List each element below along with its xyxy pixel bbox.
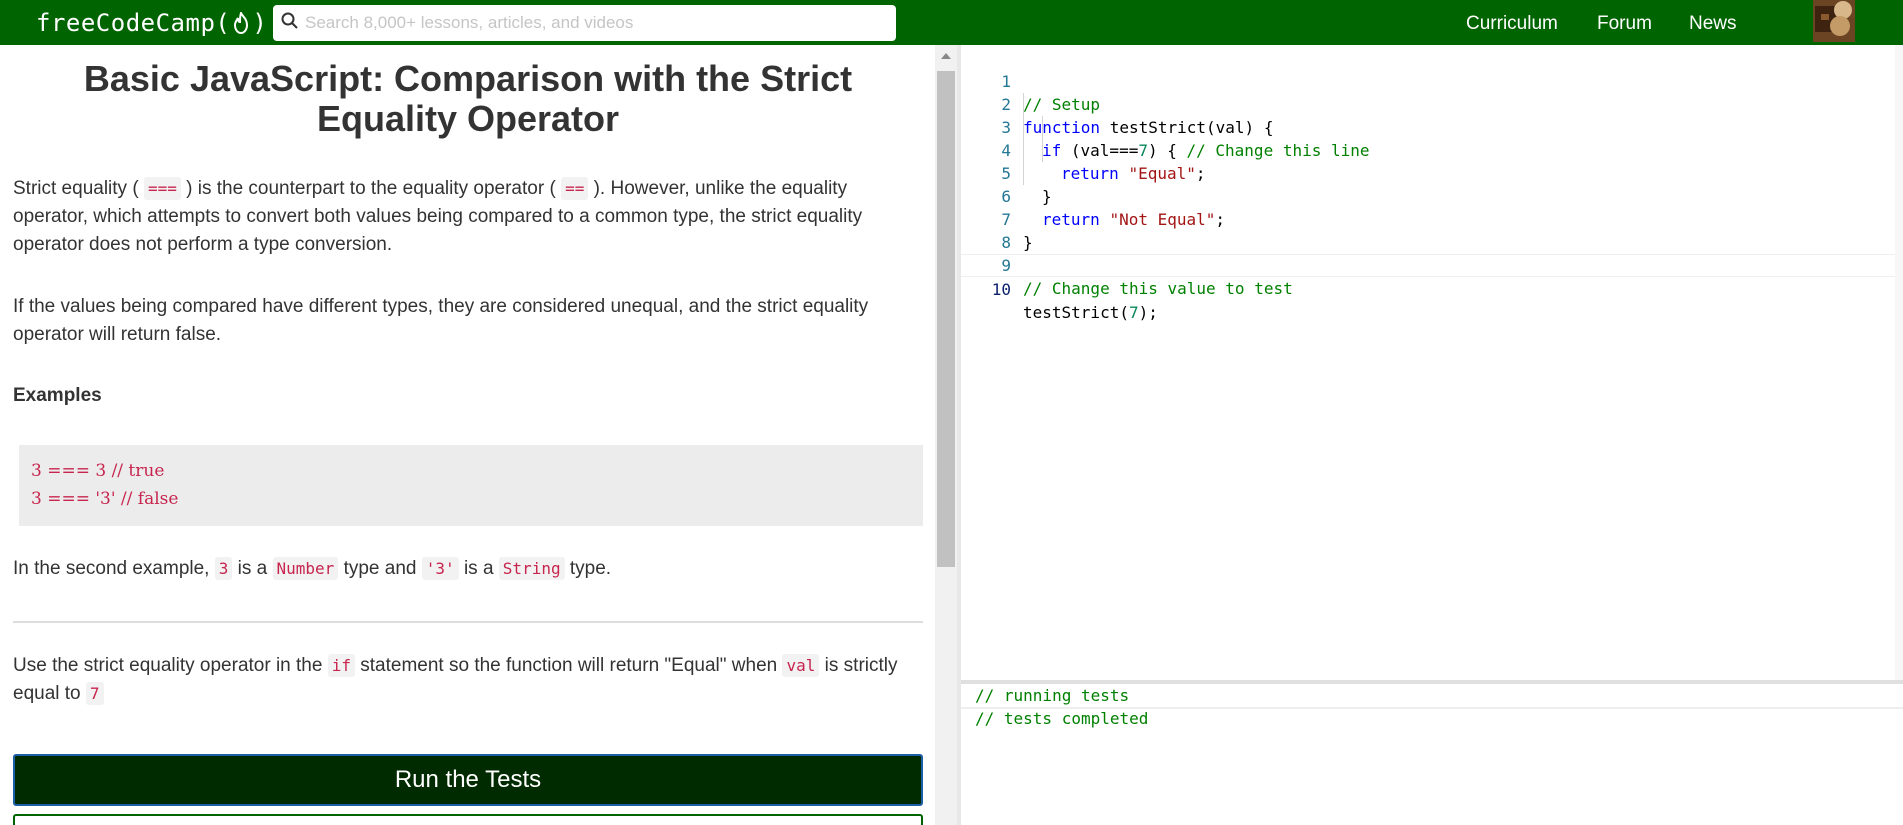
inline-code: ==: [561, 177, 589, 200]
inline-code: '3': [421, 557, 459, 580]
lesson-pane: Basic JavaScript: Comparison with the St…: [0, 45, 935, 825]
editor-line: 7 }: [961, 185, 1903, 252]
text: Use the strict equality operator in the: [13, 655, 328, 676]
nav-curriculum[interactable]: Curriculum: [1466, 13, 1558, 35]
line-number: 10: [991, 280, 1011, 299]
code-text: // Change this value to test: [1023, 279, 1293, 298]
run-tests-button[interactable]: Run the Tests: [13, 754, 923, 806]
secondary-button[interactable]: [13, 814, 923, 825]
page-title: Basic JavaScript: Comparison with the St…: [83, 58, 853, 139]
inline-code: ===: [143, 177, 181, 200]
code-text: testStrict(7);: [1023, 301, 1158, 324]
editor-scrollbar[interactable]: [1895, 45, 1903, 680]
scroll-up-icon[interactable]: [941, 53, 951, 59]
flame-icon: [230, 10, 252, 36]
text: statement so the function will return "E…: [354, 655, 783, 676]
search-bar[interactable]: [273, 5, 896, 41]
code-line: 3 === '3' // false: [31, 489, 179, 509]
lesson-paragraph-3: In the second example, 3 is a Number typ…: [13, 555, 923, 583]
lesson-paragraph-1: Strict equality ( === ) is the counterpa…: [13, 175, 923, 259]
search-icon: [281, 12, 299, 35]
nav-forum[interactable]: Forum: [1597, 13, 1652, 35]
example-code-block: 3 === 3 // true 3 === '3' // false: [19, 445, 923, 526]
editor-line: 5 }: [961, 139, 1903, 206]
code: );: [1138, 303, 1158, 322]
editor-line: 1 // Setup: [961, 47, 1903, 114]
code-line: 3 === 3 // true: [31, 461, 165, 481]
text: In the second example,: [13, 558, 215, 579]
nav-news[interactable]: News: [1689, 13, 1737, 35]
inline-code: val: [782, 654, 820, 677]
lesson-scrollbar[interactable]: [935, 45, 957, 825]
user-avatar[interactable]: [1813, 0, 1855, 42]
editor-line: 2 function testStrict(val) {: [961, 70, 1903, 137]
editor-line: 8: [961, 208, 1903, 252]
logo-text: freeCodeCamp(: [36, 8, 231, 37]
examples-heading: Examples: [13, 385, 102, 406]
text: type and: [338, 558, 422, 579]
indent-guide: [1023, 93, 1024, 185]
code-editor[interactable]: 1 // Setup 2 function testStrict(val) { …: [961, 45, 1903, 680]
inline-code: if: [327, 654, 355, 677]
text: is a: [232, 558, 273, 579]
divider: [13, 621, 923, 623]
inline-code: 3: [214, 557, 233, 580]
inline-code: 7: [85, 682, 104, 705]
fcc-logo[interactable]: freeCodeCamp( ): [36, 9, 267, 37]
indent-guide: [1042, 116, 1043, 162]
editor-line: 3 if (val===7) { // Change this line: [961, 93, 1903, 160]
navbar: freeCodeCamp( ) Curriculum Forum News: [0, 0, 1903, 45]
inline-code: Number: [272, 557, 339, 580]
text: type.: [564, 558, 612, 579]
text: Strict equality (: [13, 178, 144, 199]
lesson-paragraph-2: If the values being compared have differ…: [13, 296, 869, 345]
editor-line: 9 // Change this value to test: [961, 231, 1903, 298]
search-input[interactable]: [305, 13, 885, 33]
console-line: // tests completed: [975, 709, 1149, 728]
editor-line: 4 return "Equal";: [961, 116, 1903, 183]
editor-line-current: 10 testStrict(7);: [961, 254, 1903, 322]
text: ) is the counterpart to the equality ope…: [180, 178, 562, 199]
number: 7: [1128, 303, 1139, 322]
logo-text-close: ): [252, 8, 268, 37]
scrollbar-thumb[interactable]: [937, 71, 955, 567]
output-console: // running tests // tests completed: [961, 680, 1903, 825]
instructions-paragraph: Use the strict equality operator in the …: [13, 652, 923, 708]
text: is a: [458, 558, 499, 579]
inline-code: String: [498, 557, 565, 580]
console-line: // running tests: [975, 686, 1130, 705]
editor-line: 6 return "Not Equal";: [961, 162, 1903, 229]
code: testStrict(: [1023, 303, 1129, 322]
